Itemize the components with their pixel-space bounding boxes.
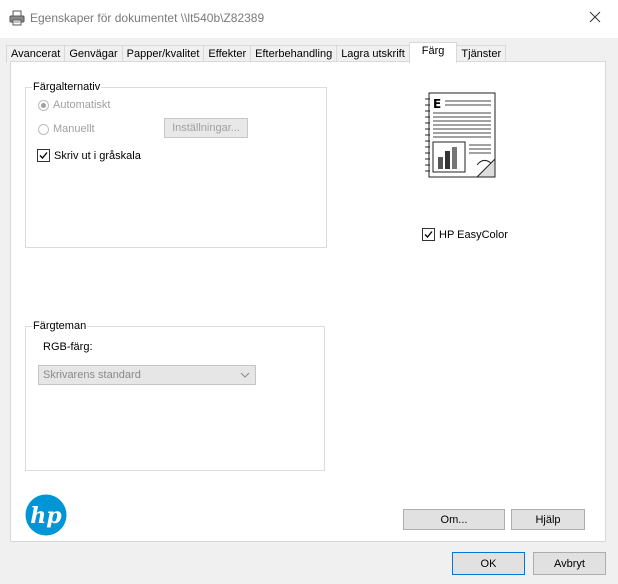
title-bar: Egenskaper för dokumentet \\lt540b\Z8238… <box>0 0 618 38</box>
easycolor-checkbox[interactable] <box>422 228 435 241</box>
help-button[interactable]: Hjälp <box>511 509 585 530</box>
close-icon <box>589 11 601 23</box>
manual-radio-row[interactable]: Manuellt <box>38 123 95 135</box>
rgb-select[interactable]: Skrivarens standard <box>38 365 256 385</box>
printer-icon <box>9 10 25 26</box>
rgb-label: RGB-färg: <box>43 341 93 353</box>
automatic-label: Automatiskt <box>53 99 111 111</box>
cancel-button[interactable]: Avbryt <box>533 552 606 575</box>
color-options-group: Färgalternativ Automatiskt Manuellt Inst… <box>25 81 327 248</box>
svg-text:E: E <box>433 97 441 111</box>
color-options-label: Färgalternativ <box>32 81 102 94</box>
ok-button[interactable]: OK <box>452 552 525 575</box>
checkmark-icon <box>424 231 433 238</box>
hp-logo: hp <box>25 494 67 536</box>
svg-text:hp: hp <box>30 503 62 529</box>
easycolor-label: HP EasyColor <box>439 228 508 241</box>
grayscale-label: Skriv ut i gråskala <box>54 149 141 162</box>
window-title: Egenskaper för dokumentet \\lt540b\Z8238… <box>30 11 265 25</box>
tab-panel: Färgalternativ Automatiskt Manuellt Inst… <box>10 61 606 542</box>
about-button[interactable]: Om... <box>403 509 505 530</box>
tab-farg[interactable]: Färg <box>408 42 458 63</box>
grayscale-checkbox-row[interactable]: Skriv ut i gråskala <box>37 149 141 162</box>
document-preview-icon: E <box>425 92 496 178</box>
grayscale-checkbox[interactable] <box>37 149 50 162</box>
automatic-radio[interactable] <box>38 99 49 111</box>
color-themes-label: Färgteman <box>32 320 88 333</box>
checkmark-icon <box>39 152 48 159</box>
easycolor-checkbox-row[interactable]: HP EasyColor <box>422 228 508 241</box>
automatic-radio-row[interactable]: Automatiskt <box>38 99 110 111</box>
chevron-down-icon <box>240 372 250 378</box>
rgb-select-value: Skrivarens standard <box>43 369 141 381</box>
tab-strip: Avancerat Genvägar Papper/kvalitet Effek… <box>6 42 507 63</box>
manual-radio[interactable] <box>38 123 49 135</box>
manual-label: Manuellt <box>53 123 95 135</box>
color-themes-group: Färgteman RGB-färg: Skrivarens standard <box>25 320 325 471</box>
close-button[interactable] <box>572 0 618 34</box>
settings-button[interactable]: Inställningar... <box>164 118 248 138</box>
